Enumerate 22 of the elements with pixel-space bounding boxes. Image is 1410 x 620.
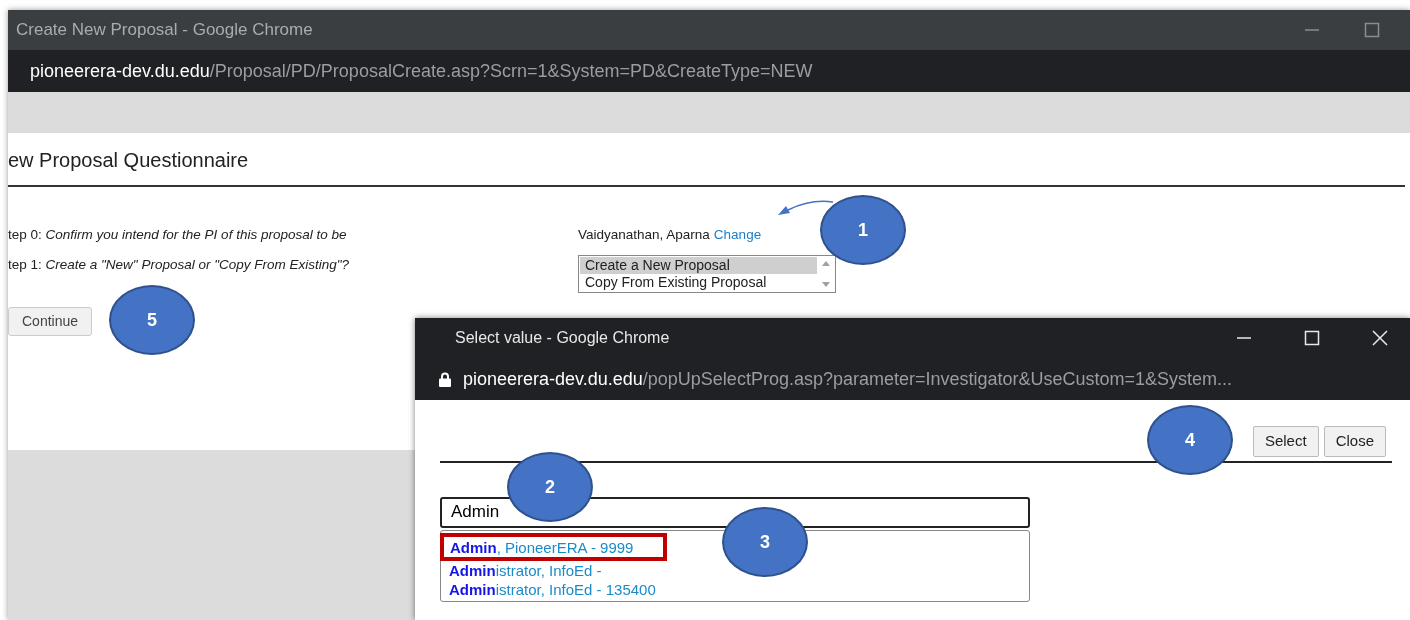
proposal-type-listbox[interactable]: Create a New Proposal Copy From Existing Proposal [578,255,836,294]
window-title: Select value - Google Chrome [455,328,670,348]
pi-name: Vaidyanathan, Aparna [578,226,710,244]
url-text: pioneerera-dev.du.edu/Proposal/PD/ProposalCreate.asp?Scrn=1&System=PD&CreateType=NEW [30,59,813,83]
continue-button[interactable]: Continue [8,307,93,337]
listbox-option[interactable]: Copy From Existing Proposal [580,274,817,292]
url-text: pioneerera-dev.du.edu/popUpSelectProg.asp?parameter=Investigator&UseCustom=1&System... [463,367,1233,391]
listbox-option[interactable]: Create a New Proposal [580,257,817,275]
change-link[interactable]: Change [713,225,762,246]
page-heading: ew Proposal Questionnaire [8,145,1405,187]
step-label: tep 1: Create a "New" Proposal or "Copy From Existing"? [8,256,351,275]
dialog-button[interactable]: Close [1323,426,1386,457]
scroll-up-icon[interactable] [820,260,831,268]
dialog-button[interactable]: Select [1252,426,1319,457]
window-title: Create New Proposal - Google Chrome [16,19,313,42]
suggestion-item[interactable]: Administrator, InfoEd - 135400 [449,579,1029,599]
suggestion-item[interactable]: Admin, PioneerERA - 9999 [440,532,668,561]
close-icon[interactable] [1372,330,1388,346]
lock-icon [439,371,451,387]
step-label: tep 0: Confirm you intend for the PI of this proposal to be [8,226,348,244]
arrow [778,200,834,215]
scroll-down-icon[interactable] [820,281,831,289]
